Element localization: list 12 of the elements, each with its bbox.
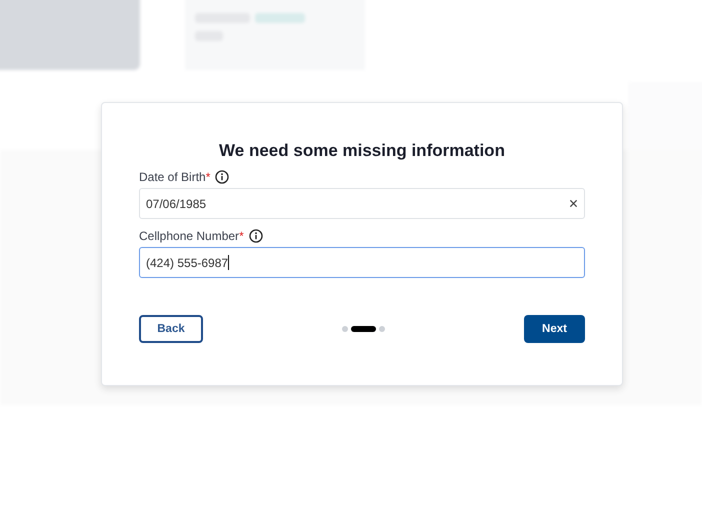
- input-field[interactable]: 07/06/1985: [139, 188, 585, 219]
- input-field[interactable]: (424) 555-6987: [139, 247, 585, 278]
- info-icon[interactable]: [248, 229, 263, 243]
- info-icon[interactable]: [215, 170, 230, 184]
- field-label: Cellphone Number: [139, 229, 240, 243]
- clear-icon[interactable]: [569, 199, 578, 208]
- required-mark: *: [239, 229, 244, 243]
- dialog-title: We need some missing information: [218, 141, 506, 161]
- next-button[interactable]: Next: [524, 315, 585, 343]
- field-label: Date of Birth: [139, 170, 206, 184]
- required-mark: *: [206, 170, 210, 184]
- back-button[interactable]: Back: [139, 315, 203, 343]
